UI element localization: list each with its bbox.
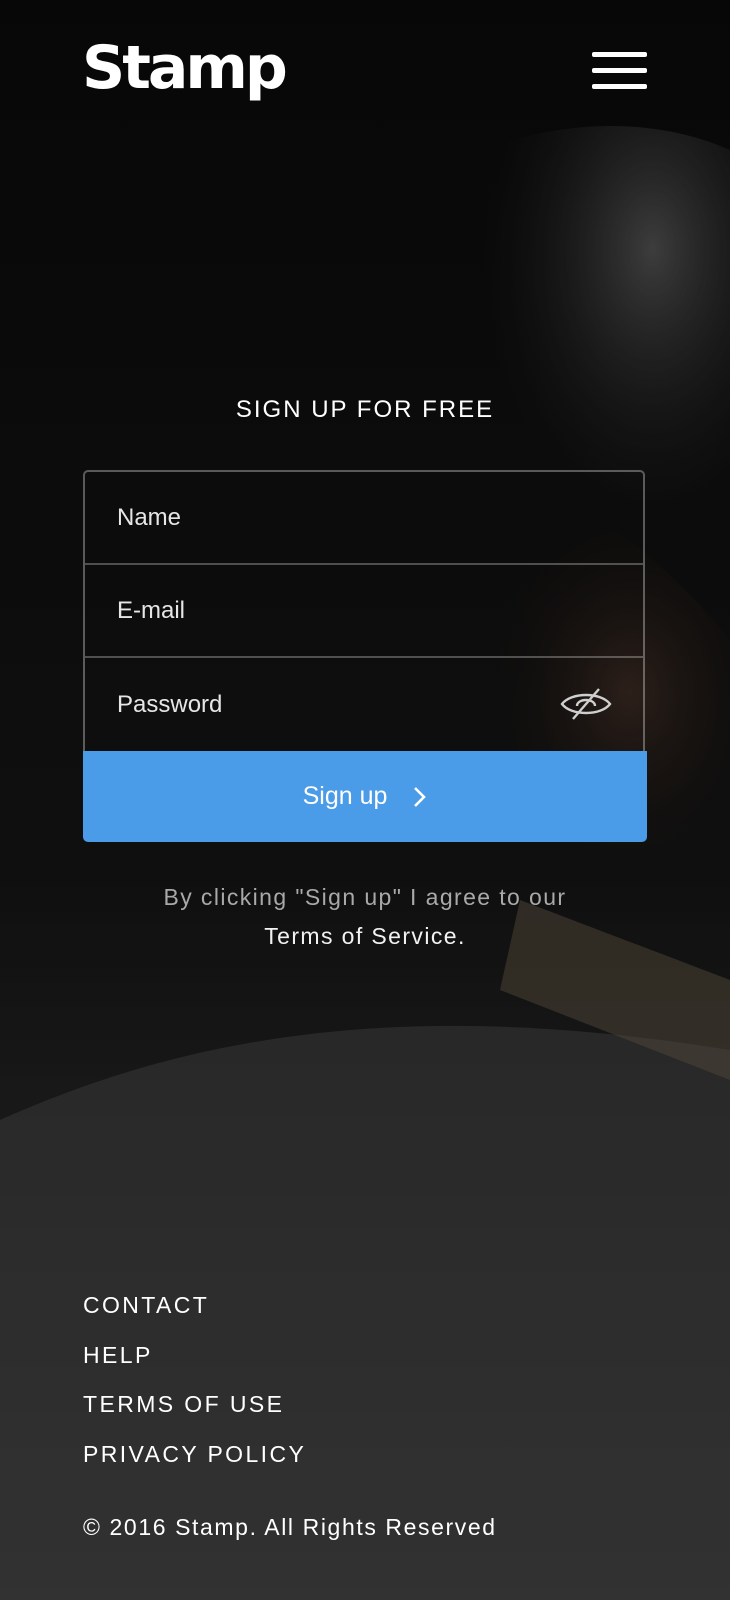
- name-input[interactable]: [85, 472, 643, 563]
- chevron-right-icon: [414, 786, 427, 807]
- stamp-logo[interactable]: Stamp: [82, 28, 288, 108]
- email-input[interactable]: [85, 565, 643, 656]
- hamburger-menu-icon[interactable]: [592, 50, 648, 90]
- footer-link-contact[interactable]: CONTACT: [83, 1281, 306, 1331]
- signup-form: [83, 470, 645, 751]
- footer-nav: CONTACT HELP TERMS OF USE PRIVACY POLICY: [83, 1281, 306, 1479]
- sign-up-button[interactable]: Sign up: [83, 751, 647, 842]
- password-field-row: [85, 658, 643, 751]
- footer-link-terms-of-use[interactable]: TERMS OF USE: [83, 1380, 306, 1430]
- form-title: SIGN UP FOR FREE: [235, 396, 495, 423]
- sign-up-label: Sign up: [302, 782, 388, 810]
- footer-link-help[interactable]: HELP: [83, 1331, 306, 1381]
- name-field-row: [85, 472, 643, 565]
- terms-of-service-link[interactable]: Terms of Service: [264, 923, 458, 949]
- signup-page: Stamp SIGN UP FOR FREE Sign up: [0, 0, 730, 1600]
- footer-link-privacy-policy[interactable]: PRIVACY POLICY: [83, 1430, 306, 1480]
- agreement-text: By clicking "Sign up" I agree to our: [163, 884, 567, 910]
- copyright: © 2016 Stamp. All Rights Reserved: [83, 1514, 497, 1540]
- email-field-row: [85, 565, 643, 658]
- terms-suffix: .: [457, 923, 466, 949]
- agreement-notice: By clicking "Sign up" I agree to our Ter…: [0, 878, 730, 956]
- eye-slash-icon[interactable]: [559, 686, 613, 722]
